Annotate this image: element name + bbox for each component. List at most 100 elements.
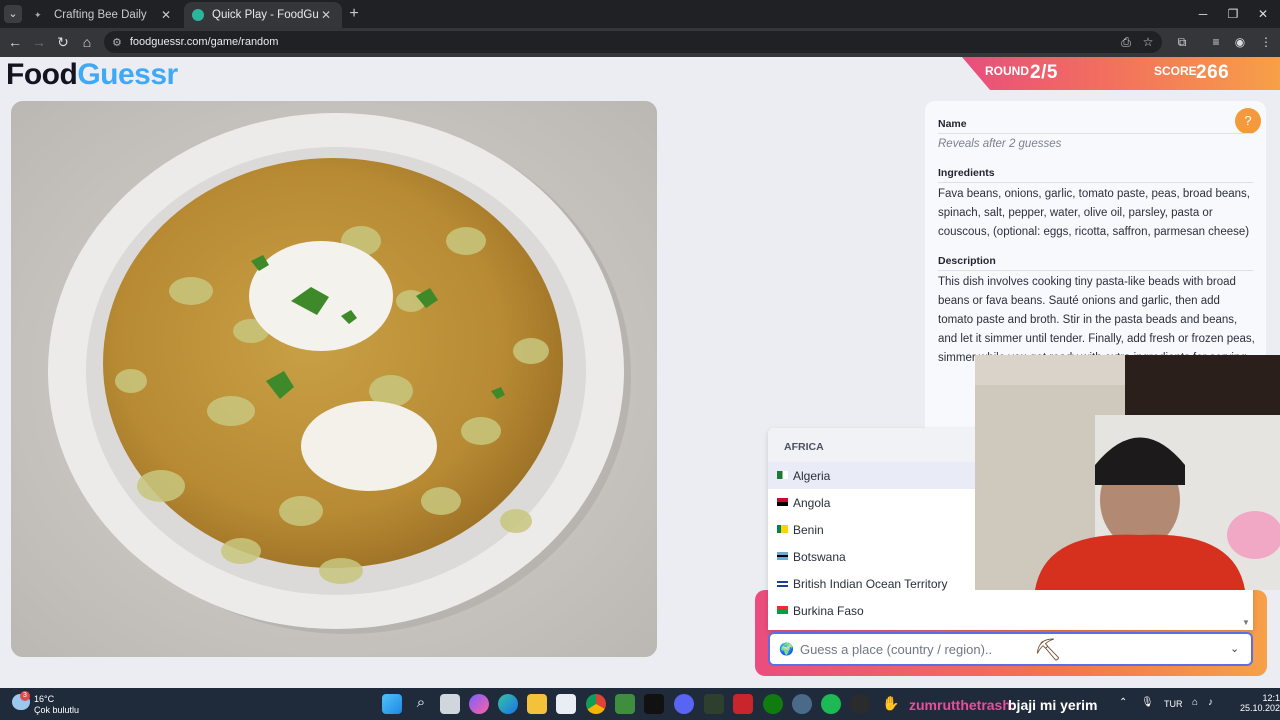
option-label: Angola [793, 496, 831, 510]
store-icon[interactable] [556, 694, 576, 714]
volume-icon[interactable]: ♪ [1208, 697, 1213, 708]
logo-food-text: Food [6, 58, 78, 91]
clock-time: 12:18 [1262, 693, 1280, 703]
name-hint: Reveals after 2 guesses [938, 138, 1062, 150]
obs-icon[interactable] [850, 694, 870, 714]
dish-photo [11, 101, 657, 657]
globe-icon: 🌍 [779, 642, 794, 656]
stream-chat-username: zumrutthetrash: [909, 697, 1016, 713]
crafting-bee-favicon-icon: ✦ [34, 10, 42, 20]
url-text: foodguessr.com/game/random [129, 36, 279, 48]
tab-title: Quick Play - FoodGuessr | Food [212, 9, 318, 21]
copilot-icon[interactable] [469, 694, 489, 714]
network-icon[interactable]: ⌂ [1192, 697, 1198, 708]
media-controls-icon[interactable]: ≡ [1206, 33, 1226, 51]
edge-icon[interactable] [498, 694, 518, 714]
stream-chat-message: bjaji mi yerim [1008, 697, 1098, 713]
news-app-icon[interactable] [733, 694, 753, 714]
algeria-flag-icon [777, 471, 788, 479]
option-label: Algeria [793, 469, 831, 483]
site-info-icon[interactable]: ⚙ [112, 36, 122, 49]
botswana-flag-icon [777, 552, 788, 560]
minecraft-icon[interactable] [615, 694, 635, 714]
tab-title: Crafting Bee Daily [54, 9, 147, 21]
capcut-icon[interactable] [644, 694, 664, 714]
microphone-icon[interactable]: 🎙 [1141, 697, 1154, 708]
clock-date: 25.10.2025 [1240, 703, 1280, 713]
round-label: ROUND [985, 64, 1029, 78]
address-bar[interactable]: ⚙ foodguessr.com/game/random [104, 31, 1162, 53]
start-windows-icon[interactable] [382, 694, 402, 714]
guess-placeholder: Guess a place (country / region).. [799, 641, 993, 657]
search-icon[interactable]: ⌕ [411, 694, 431, 714]
language-indicator[interactable]: TUR [1164, 699, 1183, 709]
extensions-icon[interactable]: ⧉ [1172, 33, 1192, 51]
restore-icon[interactable]: ❐ [1218, 4, 1248, 24]
discord-icon[interactable] [674, 694, 694, 714]
dish-illustration [11, 101, 657, 657]
divider [938, 133, 1253, 134]
help-icon[interactable]: ? [1235, 108, 1261, 134]
pickaxe-cursor-icon: ⛏ [1034, 637, 1062, 662]
weather-temperature[interactable]: 16°C [34, 694, 54, 704]
round-value: 2/5 [1030, 62, 1058, 83]
option-label: British Indian Ocean Territory [793, 577, 948, 591]
description-text: This dish involves cooking tiny pasta-li… [938, 276, 1255, 364]
reload-icon[interactable]: ↻ [52, 32, 74, 52]
score-bar: ROUND 2/5 SCORE 266 [962, 57, 1280, 90]
tray-chevron-icon[interactable]: ⌃ [1119, 697, 1127, 708]
browser-app-icon[interactable] [792, 694, 812, 714]
ingredients-heading: Ingredients [938, 167, 995, 179]
scroll-down-icon[interactable]: ▼ [1242, 618, 1250, 627]
chevron-down-icon[interactable]: ⌄ [1230, 642, 1239, 655]
wave-emote-icon: ✋ [882, 695, 900, 711]
logo-guessr-text: Guessr [77, 58, 178, 91]
benin-flag-icon [777, 525, 788, 533]
name-heading: Name [938, 118, 967, 130]
new-tab-button[interactable]: + [344, 4, 364, 24]
home-icon[interactable]: ⌂ [76, 32, 98, 52]
bookmark-star-icon[interactable]: ☆ [1138, 33, 1158, 51]
install-app-icon[interactable]: ⎙ [1116, 33, 1136, 51]
option-burkina-faso[interactable]: Burkina Faso [768, 597, 1253, 624]
option-label: Benin [793, 523, 824, 537]
weather-badge: 3 [20, 691, 30, 701]
burkina-faso-flag-icon [777, 606, 788, 614]
biot-flag-icon [777, 579, 788, 587]
tab-crafting-bee[interactable]: ✦ Crafting Bee Daily ✕ [26, 2, 182, 28]
forward-arrow-icon[interactable]: → [28, 32, 50, 52]
xbox-icon[interactable] [763, 694, 783, 714]
spotify-icon[interactable] [821, 694, 841, 714]
webcam-overlay [975, 355, 1280, 590]
browser-toolbar: ← → ↻ ⌂ ⚙ foodguessr.com/game/random ⎙ ☆… [0, 28, 1280, 57]
tab-foodguessr[interactable]: Quick Play - FoodGuessr | Food ✕ [184, 2, 342, 28]
browser-tab-strip: ⌄ ✦ Crafting Bee Daily ✕ Quick Play - Fo… [0, 0, 1280, 28]
guess-input[interactable]: 🌍 Guess a place (country / region).. [768, 632, 1253, 666]
close-window-icon[interactable]: ✕ [1248, 4, 1278, 24]
close-tab-icon[interactable]: ✕ [158, 8, 174, 22]
system-clock[interactable]: 12:18 25.10.2025 [1240, 693, 1280, 713]
back-arrow-icon[interactable]: ← [4, 32, 26, 52]
minimize-icon[interactable]: ─ [1188, 4, 1218, 24]
angola-flag-icon [777, 498, 788, 506]
foodguessr-logo[interactable]: FoodGuessr [6, 58, 178, 92]
divider [938, 270, 1253, 271]
close-tab-icon[interactable]: ✕ [318, 8, 334, 22]
ingredients-text: Fava beans, onions, garlic, tomato paste… [938, 188, 1250, 238]
option-label: Burkina Faso [793, 604, 864, 618]
description-heading: Description [938, 255, 996, 267]
file-explorer-icon[interactable] [527, 694, 547, 714]
webcam-illustration [975, 355, 1280, 590]
divider [938, 182, 1253, 183]
app-icon[interactable] [704, 694, 724, 714]
task-view-icon[interactable] [440, 694, 460, 714]
menu-kebab-icon[interactable]: ⋮ [1256, 33, 1276, 51]
foodguessr-favicon-icon [192, 9, 204, 21]
profile-icon[interactable]: ◉ [1230, 33, 1250, 51]
option-label: Botswana [793, 550, 846, 564]
weather-description[interactable]: Çok bulutlu [34, 705, 79, 715]
score-label: SCORE [1154, 64, 1197, 78]
tab-search-button[interactable]: ⌄ [4, 5, 22, 23]
score-value: 266 [1196, 62, 1230, 83]
chrome-icon[interactable] [586, 694, 606, 714]
